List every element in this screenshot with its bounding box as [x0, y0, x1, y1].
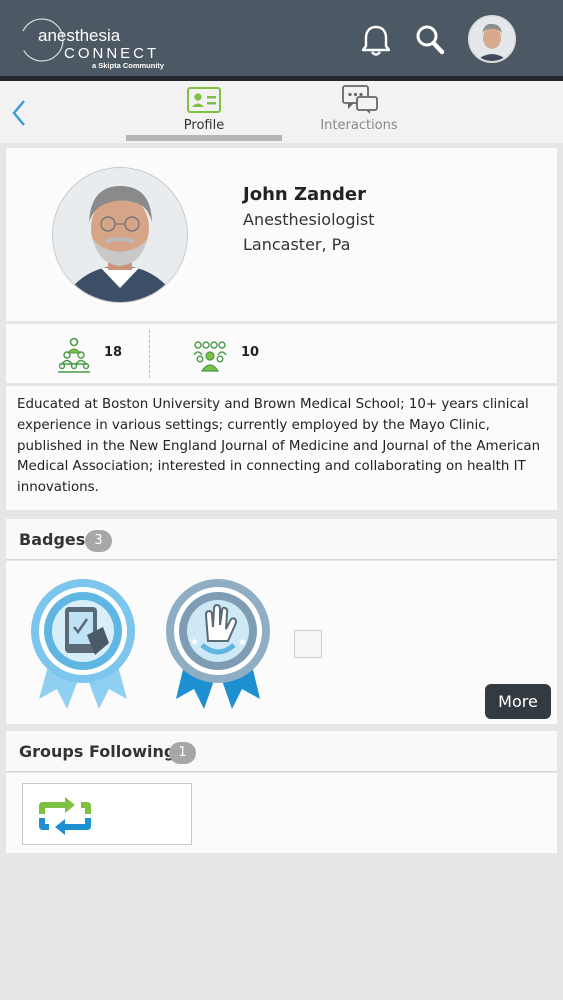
svg-text:CONNECT: CONNECT: [64, 45, 159, 62]
search-icon[interactable]: [412, 22, 448, 58]
tab-profile-label: Profile: [183, 118, 225, 133]
connections-icon[interactable]: [56, 337, 92, 373]
badge-placeholder[interactable]: [294, 630, 322, 658]
app-logo[interactable]: anesthesia CONNECT a Skipta Community: [20, 14, 185, 70]
mobile-badge-icon[interactable]: [27, 575, 139, 711]
svg-text:a Skipta Community: a Skipta Community: [92, 61, 165, 70]
app-header: anesthesia CONNECT a Skipta Community: [0, 0, 563, 76]
profile-bio: Educated at Boston University and Brown …: [17, 397, 541, 496]
group-tile[interactable]: [22, 783, 192, 845]
more-badges-button[interactable]: More: [485, 684, 551, 719]
avatar[interactable]: [468, 15, 516, 63]
groups-list: [6, 773, 557, 853]
badges-title: Badges: [19, 530, 86, 549]
groups-header: Groups Following 1: [6, 731, 557, 772]
helping-hand-badge-icon[interactable]: ★ ★: [162, 575, 274, 711]
bell-icon[interactable]: [358, 22, 394, 58]
badges-list: ★ ★ More: [6, 561, 557, 724]
connections-count: 18: [104, 345, 123, 360]
groups-count-badge: 1: [169, 742, 196, 764]
tab-interactions-label: Interactions: [320, 118, 398, 133]
profile-title: Anesthesiologist: [243, 210, 375, 229]
svg-text:★: ★: [238, 637, 247, 648]
badges-header: Badges 3: [6, 519, 557, 560]
back-chevron-icon[interactable]: [6, 95, 34, 131]
groups-icon[interactable]: [192, 337, 228, 373]
tab-profile[interactable]: Profile: [126, 81, 282, 143]
profile-photo: [52, 167, 188, 303]
group-logo-icon: [39, 797, 91, 835]
profile-tabs: Profile Interactions: [0, 81, 563, 143]
active-tab-indicator: [126, 135, 282, 141]
tab-interactions[interactable]: Interactions: [281, 81, 437, 143]
svg-text:anesthesia: anesthesia: [38, 26, 121, 45]
groups-title: Groups Following: [19, 742, 176, 761]
bio-card: Educated at Boston University and Brown …: [6, 386, 557, 510]
groups-count: 10: [241, 345, 260, 360]
profile-name: John Zander: [243, 184, 366, 205]
profile-location: Lancaster, Pa: [243, 235, 351, 254]
chat-bubbles-icon: [342, 85, 378, 114]
badges-count: 3: [85, 530, 112, 552]
stats-card: 18 10: [6, 324, 557, 383]
stats-divider: [149, 330, 150, 378]
profile-card: John Zander Anesthesiologist Lancaster, …: [6, 148, 557, 321]
svg-text:★: ★: [190, 637, 199, 648]
profile-card-icon: [187, 87, 221, 113]
